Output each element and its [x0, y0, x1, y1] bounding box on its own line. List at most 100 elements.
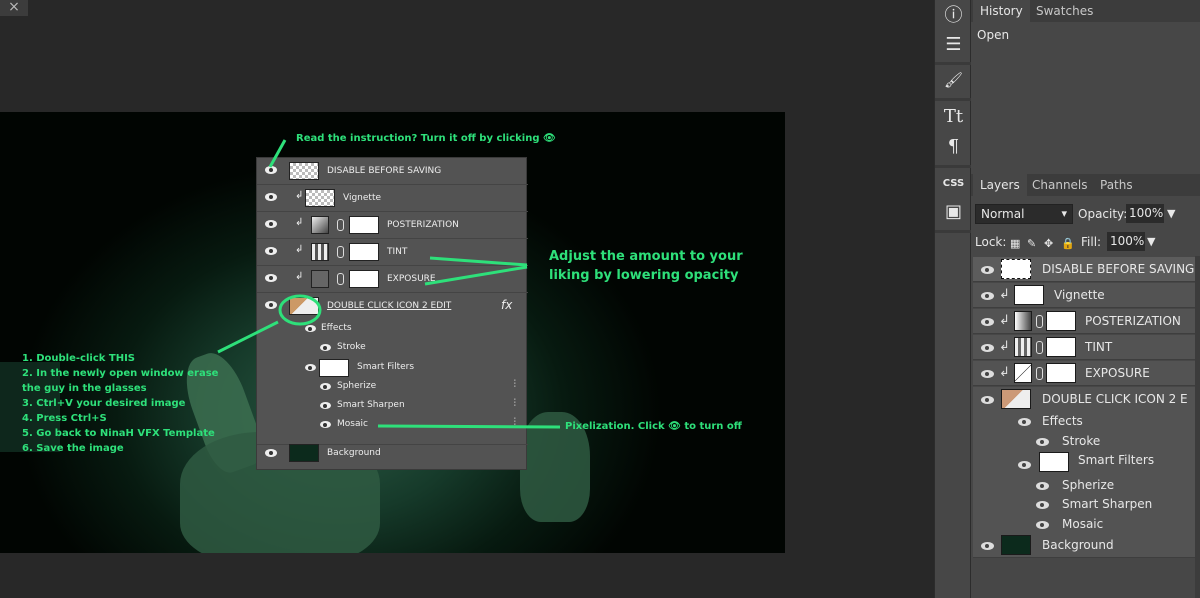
layer-name: DOUBLE CLICK ICON 2 E [1042, 392, 1188, 406]
layer-background[interactable]: Background [973, 533, 1195, 558]
eye-icon[interactable] [981, 370, 994, 378]
tab-paths[interactable]: Paths [1093, 174, 1140, 196]
workspace: × DISABLE BEFORE SAVING ↲ Vignette ↲ POS… [0, 0, 934, 598]
layer-thumbnail [1014, 285, 1044, 305]
mask-thumbnail [1046, 311, 1076, 331]
tab-swatches[interactable]: Swatches [1029, 0, 1100, 22]
filter-label: Spherize [1062, 478, 1115, 492]
info-icon[interactable]: ⓘ [939, 2, 968, 30]
opacity-label: Opacity: [1078, 207, 1128, 221]
link-icon [1036, 315, 1043, 328]
tab-history[interactable]: History [973, 0, 1030, 22]
adjustment-icon [1014, 311, 1032, 331]
close-icon[interactable]: × [0, 0, 28, 16]
highlight-circle [278, 294, 322, 326]
effects-label: Effects [1042, 414, 1083, 428]
layer-name: POSTERIZATION [1085, 314, 1181, 328]
eye-icon[interactable] [1036, 482, 1049, 490]
arrow-steps [217, 320, 279, 354]
eye-icon[interactable] [1036, 501, 1049, 509]
smart-filters-label: Smart Filters [1078, 453, 1155, 467]
side-tool-strip: ⓘ ☰ 🖌 Tt ¶ CSS ▣ [934, 0, 972, 598]
fill-input[interactable]: 100% [1107, 232, 1145, 251]
history-item-open[interactable]: Open [977, 28, 1009, 42]
layer-thumbnail [1001, 259, 1031, 279]
layer-name: TINT [1085, 340, 1113, 354]
image-icon[interactable]: ▣ [939, 198, 968, 226]
adjustment-icon [1014, 337, 1032, 357]
arrow-tint [429, 256, 528, 267]
step-line: 4. Press Ctrl+S [22, 413, 107, 424]
history-panel: Open [971, 22, 1200, 170]
layer-smart-object[interactable]: DOUBLE CLICK ICON 2 E Effects Stroke Sma… [973, 387, 1195, 539]
tool-separator [935, 98, 972, 101]
lock-all-icon[interactable]: 🔒 [1061, 238, 1075, 249]
eye-icon[interactable] [981, 396, 994, 404]
mask-thumbnail [1046, 337, 1076, 357]
css-icon[interactable]: CSS [939, 170, 968, 198]
link-icon [1036, 341, 1043, 354]
eye-icon[interactable] [1018, 461, 1031, 469]
layers-tabbar: Layers Channels Paths [971, 174, 1200, 196]
filter-label: Mosaic [1062, 517, 1104, 531]
link-icon [1036, 367, 1043, 380]
document-canvas[interactable]: DISABLE BEFORE SAVING ↲ Vignette ↲ POSTE… [0, 112, 785, 553]
step-line: 1. Double-click THIS [22, 353, 136, 364]
annotation-pixelization: Pixelization. Click 👁 to turn off [565, 421, 742, 432]
filter-label: Smart Sharpen [1062, 497, 1153, 511]
arrow-mosaic [377, 424, 561, 429]
annotation-arrows [217, 139, 561, 429]
layers-scrollbar[interactable] [1195, 256, 1200, 598]
layer-vignette[interactable]: ↲ Vignette [973, 283, 1195, 308]
fill-dropdown-icon[interactable]: ▼ [1147, 235, 1155, 248]
eye-icon[interactable] [1036, 438, 1049, 446]
lock-transparency-icon[interactable]: ▦ [1010, 238, 1021, 249]
character-icon[interactable]: Tt [939, 103, 968, 131]
paragraph-icon[interactable]: ¶ [939, 133, 968, 161]
clip-icon: ↲ [999, 313, 1010, 328]
tab-channels[interactable]: Channels [1025, 174, 1095, 196]
smart-filter-mask [1039, 452, 1069, 472]
eye-icon[interactable] [981, 542, 994, 550]
opacity-input[interactable]: 100% [1126, 204, 1164, 223]
layer-disable-before-saving[interactable]: DISABLE BEFORE SAVING [973, 257, 1195, 282]
arrow-top [268, 139, 287, 168]
annotation-opacity-1: Adjust the amount to your [549, 249, 743, 264]
lock-pixels-icon[interactable]: ✎ [1027, 238, 1038, 249]
eye-icon[interactable] [1036, 521, 1049, 529]
eye-icon[interactable] [981, 344, 994, 352]
opacity-dropdown-icon[interactable]: ▼ [1167, 207, 1175, 220]
layer-name: Vignette [1054, 288, 1105, 302]
annotation-top: Read the instruction? Turn it off by cli… [296, 133, 556, 144]
smart-object-thumbnail [1001, 389, 1031, 409]
layer-name: DISABLE BEFORE SAVING [1042, 262, 1195, 276]
step-line: 5. Go back to NinaH VFX Template [22, 428, 215, 439]
layer-posterization[interactable]: ↲ POSTERIZATION [973, 309, 1195, 334]
annotation-steps: 1. Double-click THIS 2. In the newly ope… [22, 351, 218, 456]
eye-icon[interactable] [1018, 418, 1031, 426]
blend-mode-select[interactable]: Normal [975, 204, 1073, 224]
fill-label: Fill: [1081, 235, 1102, 249]
layer-exposure[interactable]: ↲ EXPOSURE [973, 361, 1195, 386]
step-line: 2. In the newly open window erase [22, 368, 219, 379]
brush-icon[interactable]: 🖌 [939, 66, 968, 94]
layer-name: Background [1042, 538, 1114, 552]
stroke-label: Stroke [1062, 434, 1101, 448]
lock-label: Lock: [975, 235, 1007, 249]
lock-position-icon[interactable]: ✥ [1044, 238, 1055, 249]
tab-layers[interactable]: Layers [973, 174, 1027, 196]
clip-icon: ↲ [999, 365, 1010, 380]
step-line: 3. Ctrl+V your desired image [22, 398, 186, 409]
layer-name: EXPOSURE [1085, 366, 1150, 380]
layers-options: Normal Opacity: 100% ▼ Lock: ▦ ✎ ✥ 🔒 Fil… [971, 196, 1200, 256]
adjustments-icon[interactable]: ☰ [939, 31, 968, 59]
step-line: 6. Save the image [22, 443, 124, 454]
layer-tint[interactable]: ↲ TINT [973, 335, 1195, 360]
eye-icon[interactable] [981, 318, 994, 326]
eye-icon[interactable] [981, 292, 994, 300]
adjustment-icon [1014, 363, 1032, 383]
annotation-opacity-2: liking by lowering opacity [549, 268, 739, 283]
eye-icon[interactable] [981, 266, 994, 274]
history-tabbar: History Swatches [971, 0, 1200, 22]
clip-icon: ↲ [999, 287, 1010, 302]
